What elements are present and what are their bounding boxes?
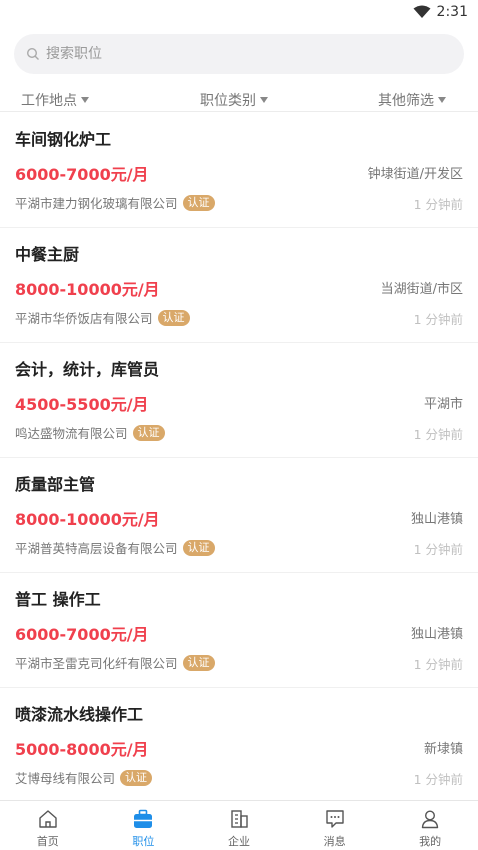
search-input[interactable] — [46, 46, 426, 62]
company-name: 艾博母线有限公司 — [15, 771, 116, 786]
search-icon — [26, 47, 39, 60]
job-time: 1 分钟前 — [413, 427, 463, 442]
status-time: 2:31 — [436, 4, 468, 20]
tab-home[interactable]: 首页 — [0, 801, 96, 850]
job-title: 中餐主厨 — [15, 245, 80, 264]
job-salary: 5000-8000元/月 — [15, 740, 149, 759]
job-card[interactable]: 中餐主厨 8000-10000元/月 当湖街道/市区 平湖市华侨饭店有限公司 认… — [0, 228, 478, 343]
job-location: 新埭镇 — [423, 742, 463, 757]
job-card[interactable]: 普工 操作工 6000-7000元/月 独山港镇 平湖市圣雷克司化纤有限公司 认… — [0, 573, 478, 688]
job-salary: 8000-10000元/月 — [15, 510, 160, 529]
job-title: 会计，统计，库管员 — [15, 360, 160, 379]
job-time: 1 分钟前 — [413, 197, 463, 212]
job-card[interactable]: 会计，统计，库管员 4500-5500元/月 平湖市 鸣达盛物流有限公司 认证 … — [0, 343, 478, 458]
job-list: 车间钢化炉工 6000-7000元/月 钟埭街道/开发区 平湖市建力钢化玻璃有限… — [0, 113, 478, 803]
job-card[interactable]: 车间钢化炉工 6000-7000元/月 钟埭街道/开发区 平湖市建力钢化玻璃有限… — [0, 113, 478, 228]
certified-badge: 认证 — [182, 194, 215, 211]
company-name: 平湖普英特高层设备有限公司 — [15, 541, 178, 556]
filter-other[interactable]: 其他筛选 — [378, 90, 446, 110]
company-name: 平湖市华侨饭店有限公司 — [15, 311, 153, 326]
job-location: 独山港镇 — [410, 627, 463, 642]
job-company: 艾博母线有限公司 认证 — [15, 768, 153, 787]
company-name: 平湖市建力钢化玻璃有限公司 — [15, 196, 178, 211]
certified-badge: 认证 — [182, 654, 215, 671]
job-time: 1 分钟前 — [413, 772, 463, 787]
tab-messages-label: 消息 — [323, 835, 346, 848]
certified-badge: 认证 — [120, 769, 153, 786]
tab-home-label: 首页 — [36, 835, 59, 848]
job-time: 1 分钟前 — [413, 542, 463, 557]
job-time: 1 分钟前 — [413, 657, 463, 672]
caret-down-icon — [438, 97, 446, 103]
bottom-tab-bar: 首页 职位 企业 消息 我的 — [0, 800, 478, 850]
job-location: 独山港镇 — [410, 512, 463, 527]
filter-other-label: 其他筛选 — [378, 93, 434, 109]
tab-profile-label: 我的 — [419, 835, 442, 848]
company-name: 鸣达盛物流有限公司 — [15, 426, 128, 441]
job-salary: 6000-7000元/月 — [15, 165, 149, 184]
job-salary: 6000-7000元/月 — [15, 625, 149, 644]
job-location: 平湖市 — [423, 397, 463, 412]
caret-down-icon — [260, 97, 268, 103]
caret-down-icon — [81, 97, 89, 103]
job-company: 鸣达盛物流有限公司 认证 — [15, 423, 165, 442]
briefcase-icon — [134, 809, 153, 828]
tab-jobs-label: 职位 — [132, 835, 155, 848]
tab-company-label: 企业 — [227, 835, 250, 848]
job-location: 当湖街道/市区 — [380, 282, 463, 297]
job-title: 喷漆流水线操作工 — [15, 705, 144, 724]
job-location: 钟埭街道/开发区 — [367, 167, 463, 182]
filter-location-label: 工作地点 — [21, 93, 77, 109]
message-icon — [325, 810, 344, 828]
job-company: 平湖市圣雷克司化纤有限公司 认证 — [15, 653, 215, 672]
certified-badge: 认证 — [182, 539, 215, 556]
job-company: 平湖市建力钢化玻璃有限公司 认证 — [15, 193, 215, 212]
job-company: 平湖市华侨饭店有限公司 认证 — [15, 308, 190, 327]
filter-bar: 工作地点 职位类别 其他筛选 — [0, 84, 478, 112]
job-company: 平湖普英特高层设备有限公司 认证 — [15, 538, 215, 557]
certified-badge: 认证 — [132, 424, 165, 441]
job-card[interactable]: 质量部主管 8000-10000元/月 独山港镇 平湖普英特高层设备有限公司 认… — [0, 458, 478, 573]
tab-jobs[interactable]: 职位 — [96, 801, 192, 850]
status-bar: 2:31 — [0, 0, 478, 26]
company-name: 平湖市圣雷克司化纤有限公司 — [15, 656, 178, 671]
filter-location[interactable]: 工作地点 — [21, 90, 89, 110]
job-card[interactable]: 喷漆流水线操作工 5000-8000元/月 新埭镇 艾博母线有限公司 认证 1 … — [0, 688, 478, 803]
home-icon — [39, 810, 57, 828]
job-time: 1 分钟前 — [413, 312, 463, 327]
user-icon — [421, 810, 439, 829]
filter-category[interactable]: 职位类别 — [200, 90, 268, 110]
filter-category-label: 职位类别 — [200, 93, 256, 109]
tab-profile[interactable]: 我的 — [382, 801, 478, 850]
tab-company[interactable]: 企业 — [191, 801, 287, 850]
job-title: 普工 操作工 — [15, 590, 101, 609]
wifi-icon — [413, 5, 431, 18]
search-bar[interactable] — [14, 34, 464, 74]
certified-badge: 认证 — [157, 309, 190, 326]
tab-messages[interactable]: 消息 — [287, 801, 383, 850]
job-salary: 8000-10000元/月 — [15, 280, 160, 299]
building-icon — [231, 810, 248, 828]
job-title: 质量部主管 — [15, 475, 96, 494]
job-salary: 4500-5500元/月 — [15, 395, 149, 414]
job-title: 车间钢化炉工 — [15, 130, 112, 149]
